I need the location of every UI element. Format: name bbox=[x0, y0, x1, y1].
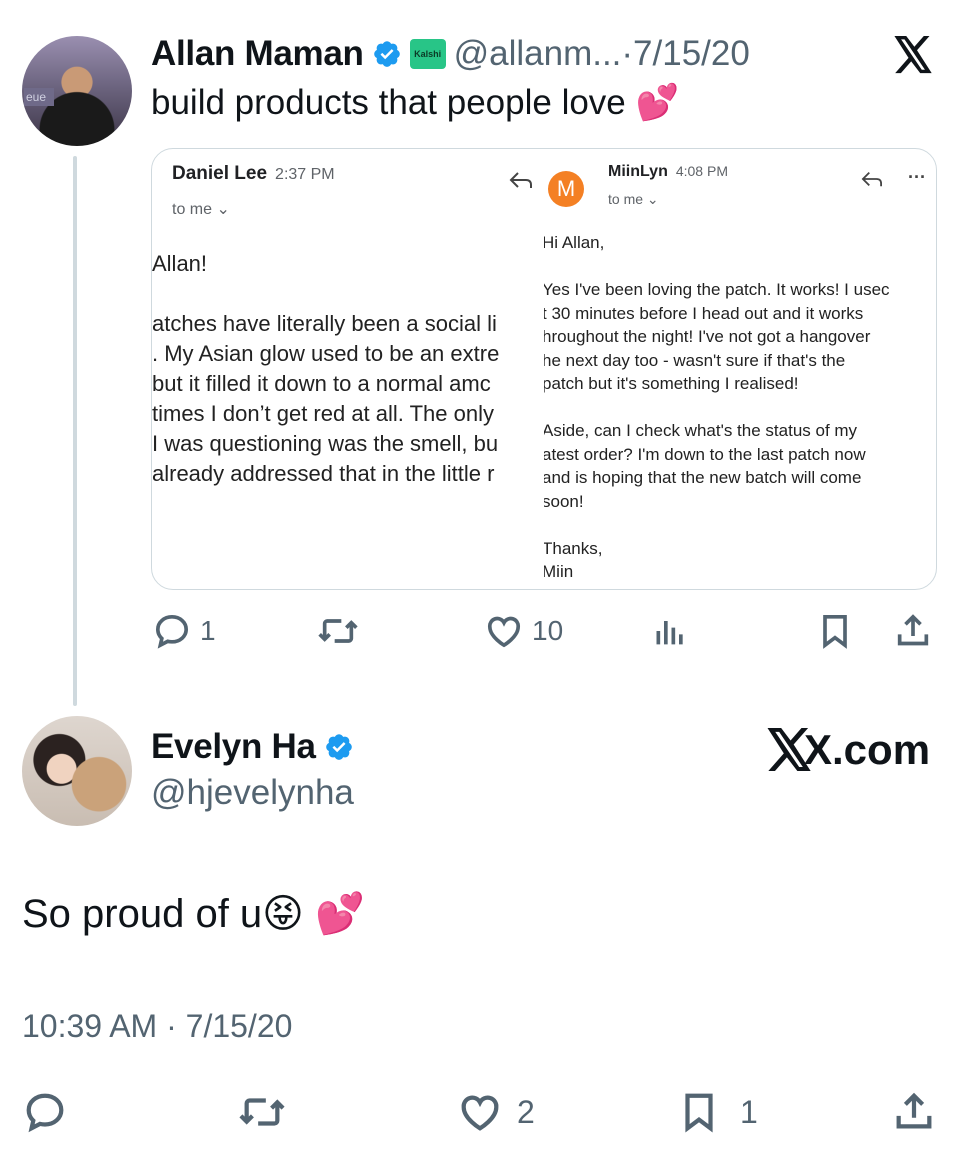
like-count: 2 bbox=[517, 1093, 535, 1130]
reply-icon bbox=[155, 614, 189, 649]
email-line: Aside, can I check what's the status of … bbox=[544, 421, 858, 440]
author-name[interactable]: Evelyn Ha bbox=[151, 727, 316, 767]
email-line bbox=[544, 255, 890, 279]
email-line: atches have literally been a social li bbox=[152, 311, 497, 336]
email-line: I was questioning was the smell, bu bbox=[152, 431, 499, 456]
repost-button[interactable] bbox=[237, 1089, 287, 1135]
email-header: MiinLyn 4:08 PM bbox=[608, 163, 728, 181]
kalshi-badge[interactable]: Kalshi bbox=[409, 39, 446, 69]
email-line: already addressed that in the little r bbox=[152, 461, 495, 486]
email-header: Daniel Lee 2:37 PM bbox=[172, 163, 335, 185]
email-line: atest order? I'm down to the last patch … bbox=[544, 444, 866, 464]
share-icon bbox=[896, 1092, 932, 1129]
thread-line bbox=[73, 156, 77, 706]
email-line: but it filled it down to a normal amc bbox=[152, 371, 491, 396]
like-button[interactable]: 2 bbox=[457, 1089, 535, 1135]
views-button[interactable] bbox=[650, 611, 690, 651]
avatar-sign: eue bbox=[24, 88, 54, 106]
email-line bbox=[544, 513, 890, 537]
x-logo-icon[interactable] bbox=[892, 36, 934, 74]
email-line bbox=[152, 279, 499, 309]
email-reply-icon bbox=[861, 171, 882, 187]
email-line: Miin bbox=[544, 562, 574, 581]
reply-timestamp[interactable]: 10:39 AM · 7/15/20 bbox=[22, 1008, 292, 1045]
email-line: . My Asian glow used to be an extre bbox=[152, 341, 500, 366]
tweet-text: build products that people love 💕 bbox=[151, 83, 680, 122]
like-count: 10 bbox=[532, 615, 564, 646]
right-email: M MiinLyn 4:08 PM to me ⌄ ··· Hi Allan, Y… bbox=[544, 149, 936, 589]
verified-badge-icon bbox=[325, 734, 352, 760]
email-line bbox=[544, 396, 890, 420]
email-line: Thanks, bbox=[544, 538, 603, 558]
email-line: soon! bbox=[544, 491, 584, 511]
like-icon bbox=[461, 1095, 499, 1131]
share-icon bbox=[897, 614, 929, 646]
like-icon bbox=[487, 616, 521, 648]
tweet-image[interactable]: Daniel Lee 2:37 PM to me ⌄ Allan! atches … bbox=[151, 148, 937, 590]
bookmark-icon bbox=[685, 1093, 713, 1133]
email-time: 2:37 PM bbox=[275, 166, 335, 183]
allan-avatar[interactable]: eue bbox=[22, 36, 132, 146]
reply-text: So proud of u😝 💕 bbox=[22, 892, 365, 936]
author-name[interactable]: Allan Maman bbox=[151, 34, 364, 74]
bookmark-button[interactable] bbox=[815, 611, 855, 651]
site-label: X.com bbox=[804, 726, 931, 773]
email-sender: MiinLyn bbox=[608, 163, 668, 180]
bookmark-count: 1 bbox=[740, 1093, 758, 1130]
repost-button[interactable] bbox=[316, 611, 360, 651]
email-sender: Daniel Lee bbox=[172, 163, 268, 184]
more-icon: ··· bbox=[908, 167, 926, 187]
left-email: Daniel Lee 2:37 PM to me ⌄ Allan! atches … bbox=[152, 149, 544, 589]
repost-icon bbox=[239, 1098, 285, 1126]
email-line: Allan! bbox=[152, 251, 208, 276]
repost-icon bbox=[318, 619, 358, 643]
bookmark-button[interactable]: 1 bbox=[676, 1089, 758, 1135]
reply-icon bbox=[26, 1093, 64, 1133]
reply-count: 1 bbox=[200, 615, 216, 646]
verified-badge-icon bbox=[373, 41, 400, 67]
email-line: patch but it's something I realised! bbox=[544, 374, 799, 393]
tweet-header: Allan Maman Kalshi @allanm...·7/15/20 bbox=[151, 32, 750, 76]
email-recipient: to me ⌄ bbox=[608, 191, 659, 207]
email-line: t 30 minutes before I head out and it wo… bbox=[544, 303, 864, 323]
email-line: Hi Allan, bbox=[544, 233, 605, 252]
share-button[interactable] bbox=[893, 611, 933, 651]
x-com-label[interactable]: X.com bbox=[764, 726, 930, 774]
email-body: Allan! atches have literally been a soci… bbox=[152, 249, 499, 489]
email-line: and is hoping that the new batch will co… bbox=[544, 468, 862, 487]
evelyn-avatar[interactable] bbox=[22, 716, 132, 826]
views-icon bbox=[656, 621, 683, 645]
reply-handle[interactable]: @hjevelynha bbox=[151, 773, 354, 813]
handle-date: @allanm...·7/15/20 bbox=[453, 34, 750, 73]
reply-button[interactable]: 1 bbox=[152, 611, 216, 651]
email-reply-icon bbox=[509, 172, 532, 188]
email-time: 4:08 PM bbox=[675, 163, 728, 179]
bookmark-icon bbox=[823, 615, 847, 649]
like-button[interactable]: 10 bbox=[484, 611, 563, 651]
email-line: he next day too - wasn't sure if that's … bbox=[544, 350, 846, 370]
share-button[interactable] bbox=[891, 1089, 937, 1135]
reply-button[interactable] bbox=[22, 1089, 68, 1135]
email-body: Hi Allan, Yes I've been loving the patch… bbox=[544, 231, 890, 584]
email-line: Yes I've been loving the patch. It works… bbox=[544, 280, 890, 299]
reply-header: Evelyn Ha bbox=[151, 727, 354, 767]
email-line: times I don’t get red at all. The only bbox=[152, 401, 494, 426]
email-avatar: M bbox=[548, 171, 584, 207]
email-line: hroughout the night! I've not got a hang… bbox=[544, 327, 871, 346]
email-recipient: to me ⌄ bbox=[172, 201, 230, 218]
